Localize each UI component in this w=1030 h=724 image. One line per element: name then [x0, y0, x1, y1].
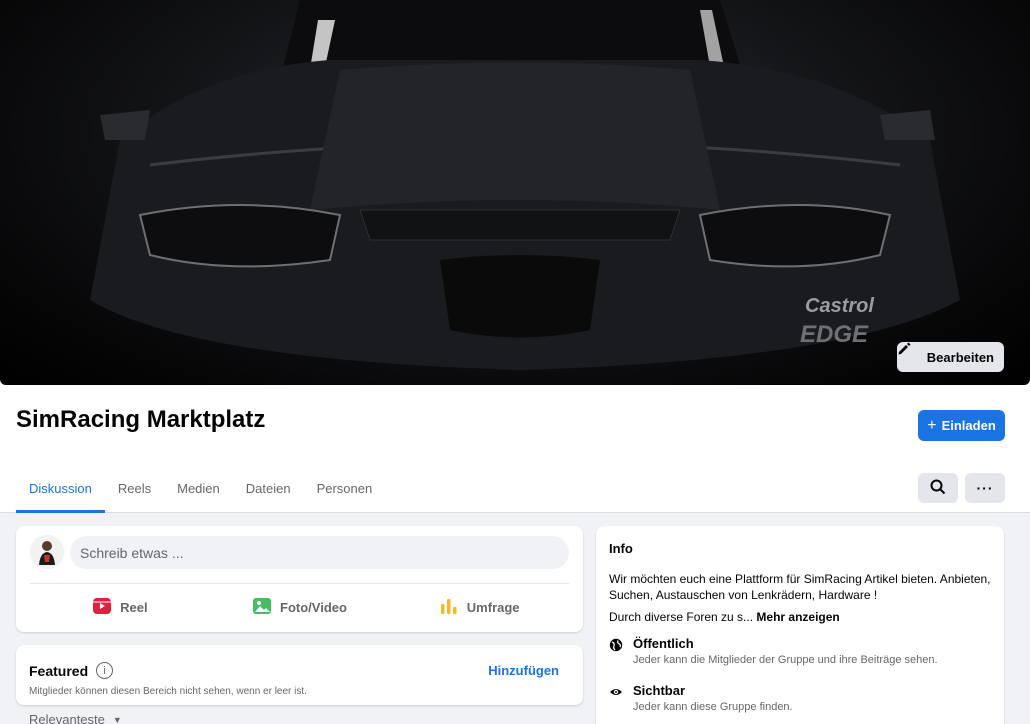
- tab-dateien[interactable]: Dateien: [233, 463, 304, 513]
- featured-title: Featured i: [29, 662, 114, 679]
- group-title: SimRacing Marktplatz: [16, 406, 266, 433]
- more-options-button[interactable]: ···: [965, 473, 1005, 503]
- cover-photo: Castrol EDGE Bearbeiten: [0, 0, 1030, 385]
- more-icon: ···: [976, 480, 994, 496]
- plus-icon: +: [927, 416, 937, 434]
- race-car-image: Castrol EDGE: [90, 0, 960, 370]
- svg-text:EDGE: EDGE: [800, 321, 869, 348]
- tab-reels[interactable]: Reels: [105, 463, 164, 513]
- visible-title: Sichtbar: [633, 683, 686, 698]
- visible-sub: Jeder kann diese Gruppe finden.: [633, 701, 793, 713]
- search-icon: [930, 479, 946, 498]
- reel-button[interactable]: Reel: [30, 592, 210, 622]
- invite-label: Einladen: [941, 418, 996, 433]
- divider: [30, 583, 569, 584]
- edit-cover-label: Bearbeiten: [926, 349, 994, 365]
- reel-icon: [92, 596, 112, 619]
- photo-video-button[interactable]: Foto/Video: [210, 592, 390, 622]
- info-row-public: Öffentlich Jeder kann die Mitglieder der…: [609, 636, 938, 666]
- featured-section: Featured i Hinzufügen Mitglieder können …: [16, 645, 583, 705]
- composer-actions: Reel Foto/Video Umfrage: [30, 592, 569, 622]
- globe-icon: [609, 638, 623, 652]
- group-tabs: Diskussion Reels Medien Dateien Personen: [16, 463, 385, 513]
- sort-dropdown[interactable]: Relevanteste ▼: [29, 712, 122, 724]
- sort-label: Relevanteste: [29, 712, 105, 724]
- show-more-link[interactable]: Mehr anzeigen: [756, 610, 839, 624]
- reel-label: Reel: [120, 599, 148, 615]
- poll-label: Umfrage: [466, 599, 520, 615]
- compose-input[interactable]: Schreib etwas ...: [70, 536, 569, 569]
- tab-diskussion[interactable]: Diskussion: [16, 463, 105, 513]
- public-sub: Jeder kann die Mitglieder der Gruppe und…: [633, 654, 938, 666]
- caret-down-icon: ▼: [112, 715, 122, 724]
- info-row-visible: Sichtbar Jeder kann diese Gruppe finden.: [609, 683, 793, 713]
- post-composer: Schreib etwas ... Reel Foto/Video Umfrag…: [16, 526, 583, 632]
- search-button[interactable]: [918, 473, 958, 503]
- invite-button[interactable]: + Einladen: [918, 410, 1005, 441]
- edit-cover-button[interactable]: Bearbeiten: [896, 342, 1004, 372]
- pencil-icon: [898, 342, 921, 364]
- info-truncated: Durch diverse Foren zu s... Mehr anzeige…: [609, 610, 840, 624]
- info-description: Wir möchten euch eine Plattform für SimR…: [609, 572, 991, 602]
- featured-title-text: Featured: [29, 662, 89, 679]
- info-title: Info: [609, 541, 633, 556]
- photo-video-label: Foto/Video: [280, 599, 347, 615]
- tab-personen[interactable]: Personen: [304, 463, 386, 513]
- info-card: Info Wir möchten euch eine Plattform für…: [596, 526, 1004, 724]
- featured-note: Mitglieder können diesen Bereich nicht s…: [29, 686, 307, 697]
- public-title: Öffentlich: [633, 636, 694, 651]
- tab-medien[interactable]: Medien: [164, 463, 233, 513]
- avatar[interactable]: [30, 535, 64, 569]
- info-icon[interactable]: i: [96, 662, 114, 679]
- svg-text:Castrol: Castrol: [805, 295, 874, 317]
- group-header: SimRacing Marktplatz + Einladen Diskussi…: [0, 385, 1030, 513]
- photo-icon: [252, 596, 272, 619]
- featured-add-button[interactable]: Hinzufügen: [488, 663, 559, 678]
- eye-icon: [609, 685, 623, 699]
- info-truncated-text: Durch diverse Foren zu s...: [609, 610, 754, 624]
- poll-icon: [439, 596, 459, 619]
- poll-button[interactable]: Umfrage: [389, 592, 569, 622]
